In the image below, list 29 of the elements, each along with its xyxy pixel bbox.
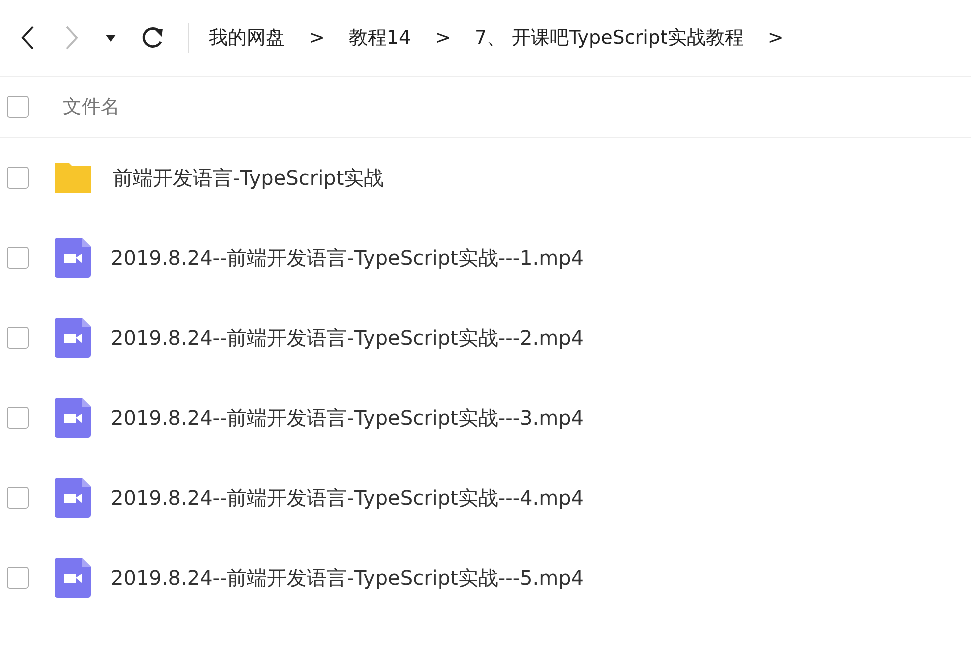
refresh-icon[interactable] — [140, 26, 166, 50]
breadcrumb-separator: > — [435, 27, 452, 49]
select-all-checkbox[interactable] — [7, 96, 29, 118]
back-icon[interactable] — [21, 25, 35, 51]
breadcrumb-separator: > — [768, 27, 784, 49]
caret-icon[interactable] — [106, 34, 116, 42]
video-file-icon — [55, 318, 91, 358]
file-name[interactable]: 2019.8.24--前端开发语言-TypeScript实战---1.mp4 — [111, 244, 584, 272]
breadcrumb-separator: > — [309, 27, 325, 49]
file-checkbox[interactable] — [7, 247, 29, 269]
folder-icon — [53, 161, 93, 195]
file-name[interactable]: 2019.8.24--前端开发语言-TypeScript实战---4.mp4 — [111, 484, 584, 512]
column-header[interactable]: 文件名 — [63, 94, 120, 120]
video-file-icon — [55, 398, 91, 438]
file-checkbox[interactable] — [7, 567, 29, 589]
file-checkbox[interactable] — [7, 407, 29, 429]
video-file-icon — [55, 558, 91, 598]
file-checkbox[interactable] — [7, 167, 29, 189]
file-checkbox[interactable] — [7, 327, 29, 349]
file-name[interactable]: 2019.8.24--前端开发语言-TypeScript实战---3.mp4 — [111, 404, 584, 432]
file-name[interactable]: 前端开发语言-TypeScript实战 — [113, 164, 384, 192]
breadcrumb-item[interactable]: 教程14 — [348, 25, 412, 51]
breadcrumb-item[interactable]: 7、 开课吧TypeScript实战教程 — [475, 25, 744, 51]
breadcrumb-item[interactable]: 我的网盘 — [209, 25, 285, 51]
video-file-icon — [55, 238, 91, 278]
file-name[interactable]: 2019.8.24--前端开发语言-TypeScript实战---2.mp4 — [111, 324, 584, 352]
file-name[interactable]: 2019.8.24--前端开发语言-TypeScript实战---5.mp4 — [111, 564, 584, 592]
video-file-icon — [55, 478, 91, 518]
file-checkbox[interactable] — [7, 487, 29, 509]
